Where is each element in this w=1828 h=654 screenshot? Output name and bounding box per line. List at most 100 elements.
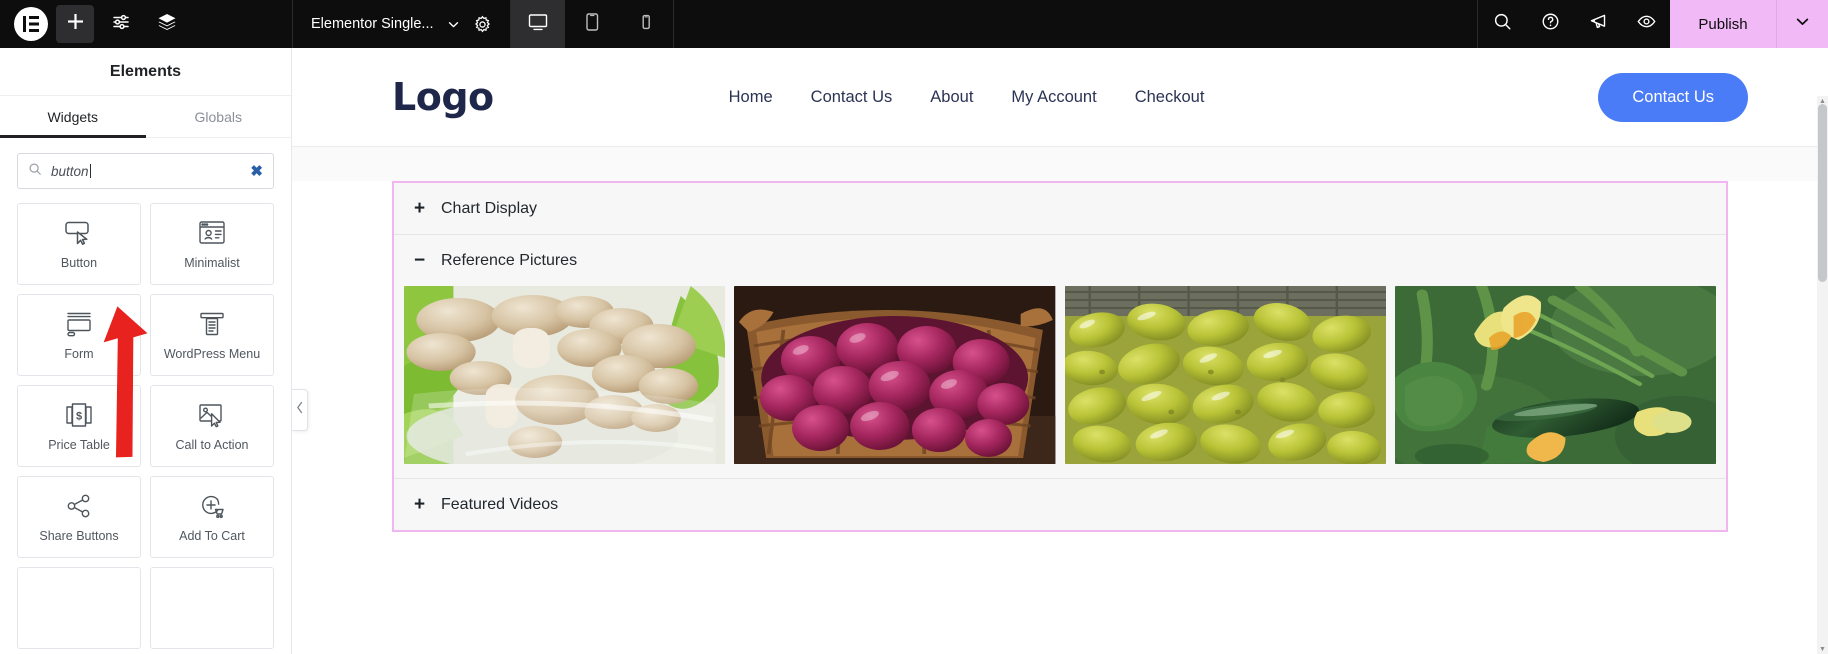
accordion-label: Chart Display — [441, 200, 537, 218]
add-to-cart-widget-icon — [197, 492, 227, 520]
widget-tile-form[interactable]: Form — [17, 294, 141, 376]
publish-button[interactable]: Publish — [1670, 0, 1776, 48]
widget-tile-share-buttons[interactable]: Share Buttons — [17, 476, 141, 558]
plus-icon — [67, 13, 84, 35]
document-title[interactable]: Elementor Single... — [311, 16, 434, 32]
reference-image-red-onions[interactable] — [734, 286, 1055, 464]
reference-image-green-olives[interactable] — [1065, 286, 1386, 464]
wordpress-menu-widget-icon — [197, 310, 227, 338]
widget-label: Call to Action — [176, 438, 249, 452]
header-cta-button[interactable]: Contact Us — [1598, 73, 1748, 122]
add-element-button[interactable] — [56, 5, 94, 43]
accordion-header[interactable]: − Reference Pictures — [394, 235, 1726, 286]
panel-title: Elements — [0, 48, 291, 96]
accordion-label: Reference Pictures — [441, 252, 577, 270]
gear-icon[interactable] — [473, 15, 492, 34]
editor-topbar: Elementor Single... — [0, 0, 1828, 48]
widget-label: Share Buttons — [39, 529, 118, 543]
chevron-left-icon — [296, 401, 304, 419]
panel-collapse-handle[interactable] — [292, 389, 308, 431]
preview-canvas: Logo Home Contact Us About My Account Ch… — [292, 48, 1828, 654]
widget-label: Form — [64, 347, 93, 361]
elementor-editor: Elementor Single... — [0, 0, 1828, 654]
widget-grid: Button — [0, 199, 291, 654]
accordion-item-reference-pictures[interactable]: − Reference Pictures — [394, 235, 1726, 479]
widget-tile-price-table[interactable]: $ Price Table — [17, 385, 141, 467]
tab-widgets[interactable]: Widgets — [0, 96, 146, 137]
document-controls: Elementor Single... — [292, 0, 511, 48]
widget-tile-wordpress-menu[interactable]: WordPress Menu — [150, 294, 274, 376]
nav-item-checkout[interactable]: Checkout — [1135, 88, 1205, 107]
widget-label: Price Table — [48, 438, 110, 452]
desktop-icon — [527, 11, 549, 38]
tab-globals[interactable]: Globals — [146, 96, 292, 137]
widget-tile-button[interactable]: Button — [17, 203, 141, 285]
publish-options-button[interactable] — [1776, 0, 1828, 48]
widget-tile-partial-row-right[interactable] — [150, 567, 274, 649]
price-table-widget-icon: $ — [64, 401, 94, 429]
layers-icon — [157, 12, 177, 37]
minimalist-widget-icon — [197, 219, 227, 247]
sliders-icon — [111, 12, 131, 37]
device-preview-switcher — [511, 0, 674, 48]
accordion-header[interactable]: + Chart Display — [394, 183, 1726, 234]
chevron-down-icon[interactable] — [446, 17, 461, 32]
svg-text:$: $ — [76, 410, 82, 422]
plus-icon: + — [412, 199, 427, 218]
search-input[interactable]: button — [51, 164, 241, 179]
search-icon — [28, 162, 42, 181]
widget-label: Minimalist — [184, 256, 240, 270]
call-to-action-widget-icon — [196, 401, 228, 429]
scrollbar-thumb[interactable] — [1818, 104, 1827, 282]
whats-new-button[interactable] — [1574, 0, 1622, 48]
device-desktop-button[interactable] — [511, 0, 565, 48]
widget-tile-partial-row-left[interactable] — [17, 567, 141, 649]
mobile-icon — [635, 11, 657, 38]
widget-tile-minimalist[interactable]: Minimalist — [150, 203, 274, 285]
accordion-header[interactable]: + Featured Videos — [394, 479, 1726, 530]
topbar-center-group: Elementor Single... — [292, 0, 674, 48]
canvas-scrollbar[interactable]: ▲ ▼ — [1817, 96, 1828, 654]
accordion-item-featured-videos[interactable]: + Featured Videos — [394, 479, 1726, 530]
nav-item-home[interactable]: Home — [729, 88, 773, 107]
plus-icon: + — [412, 495, 427, 514]
minus-icon: − — [412, 251, 427, 270]
widget-label: Add To Cart — [179, 529, 245, 543]
form-widget-icon — [63, 310, 95, 338]
elementor-logo-icon[interactable] — [14, 7, 48, 41]
tablet-icon — [581, 11, 603, 38]
accordion-label: Featured Videos — [441, 496, 558, 514]
reference-image-zucchini[interactable] — [1395, 286, 1716, 464]
navigator-button[interactable] — [148, 5, 186, 43]
canvas-spacer — [292, 147, 1828, 181]
device-mobile-button[interactable] — [619, 0, 673, 48]
widget-tile-call-to-action[interactable]: Call to Action — [150, 385, 274, 467]
caret-down-icon[interactable]: ▼ — [1818, 644, 1827, 654]
nav-item-about[interactable]: About — [930, 88, 973, 107]
reference-image-mushrooms[interactable] — [404, 286, 725, 464]
elements-panel: Elements Widgets Globals button ✖ — [0, 48, 292, 654]
nav-item-my-account[interactable]: My Account — [1011, 88, 1096, 107]
widget-search-container: button ✖ — [0, 138, 291, 199]
topbar-spacer — [674, 0, 1477, 48]
device-tablet-button[interactable] — [565, 0, 619, 48]
reference-image-gallery — [404, 286, 1716, 464]
clear-search-icon[interactable]: ✖ — [250, 164, 263, 179]
nav-item-contact-us[interactable]: Contact Us — [811, 88, 893, 107]
search-box[interactable]: button ✖ — [17, 153, 274, 189]
widget-tile-add-to-cart[interactable]: Add To Cart — [150, 476, 274, 558]
site-logo[interactable]: Logo — [392, 75, 494, 119]
accordion-panel — [394, 286, 1726, 478]
chevron-down-icon — [1794, 13, 1811, 35]
site-settings-button[interactable] — [102, 5, 140, 43]
topbar-right-group: Publish — [1477, 0, 1828, 48]
megaphone-icon — [1588, 11, 1609, 37]
preview-changes-button[interactable] — [1622, 0, 1670, 48]
accordion-widget[interactable]: + Chart Display − Reference Pictures — [392, 181, 1728, 532]
accordion-item-chart-display[interactable]: + Chart Display — [394, 183, 1726, 235]
share-buttons-widget-icon — [64, 492, 94, 520]
widget-label: Button — [61, 256, 97, 270]
help-button[interactable] — [1526, 0, 1574, 48]
finder-search-button[interactable] — [1478, 0, 1526, 48]
search-icon — [1492, 11, 1513, 37]
